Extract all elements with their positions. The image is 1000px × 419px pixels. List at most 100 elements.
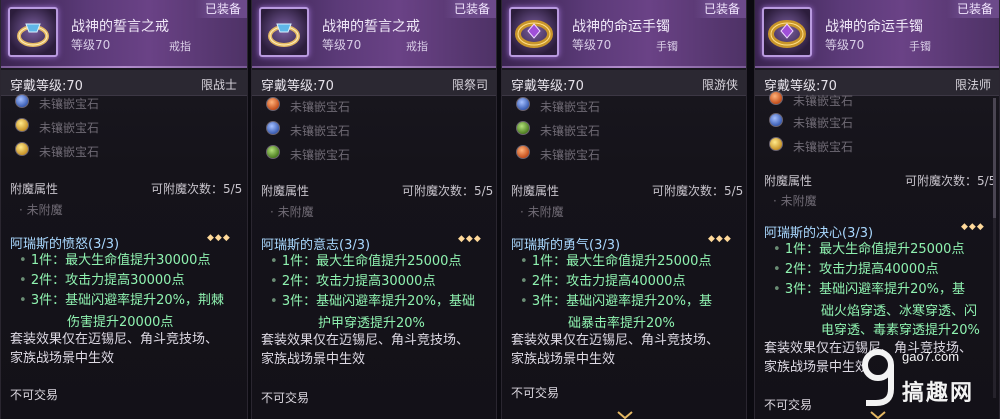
watermark-name: 搞趣网 <box>902 381 975 406</box>
class-restriction: 限法师 <box>955 78 992 92</box>
set-bonus-continuation: 伤害提升20000点 <box>67 315 174 330</box>
wear-level: 穿戴等级:70 <box>10 79 83 94</box>
requirement-bar: 穿戴等级:70 限战士 <box>1 70 247 96</box>
gem-socket-icon <box>516 121 530 135</box>
enchant-title: 附魔属性 <box>10 182 59 196</box>
tooltip-board: 战神的誓言之戒 等级70 戒指 已装备 穿戴等级:70 限战士 未镶嵌宝石 未镶… <box>0 0 1000 419</box>
set-title: 阿瑞斯的意志(3/3) <box>261 238 371 253</box>
gem-socket-icon <box>266 97 280 111</box>
item-name: 战神的命运手镯 <box>572 19 670 35</box>
trade-status: 不可交易 <box>261 391 310 405</box>
item-header: 战神的命运手镯 等级70 手镯 已装备 <box>755 0 999 68</box>
equipped-badge: 已装备 <box>443 0 496 18</box>
set-bonus-line: • 3件：基础闪避率提升20%，荆棘 <box>19 293 224 308</box>
item-level: 等级70 <box>71 38 111 52</box>
gem-socket-icon <box>769 137 783 151</box>
enchant-status: · 未附魔 <box>520 205 564 219</box>
equipped-badge: 已装备 <box>194 0 247 18</box>
item-name: 战神的命运手镯 <box>825 19 923 35</box>
enchant-title: 附魔属性 <box>261 184 310 198</box>
set-note: 套装效果仅在迈锡尼、角斗竞技场、 <box>511 333 720 348</box>
set-note: 家族战场景中生效 <box>10 351 115 366</box>
bracelet-icon[interactable] <box>762 7 812 57</box>
gem-socket-text: 未镶嵌宝石 <box>793 116 854 130</box>
site-watermark: gao7.com 搞趣网 <box>854 339 994 417</box>
set-title: 阿瑞斯的决心(3/3) <box>764 226 874 241</box>
watermark-logo-icon <box>862 349 894 406</box>
gem-socket-text: 未镶嵌宝石 <box>290 100 351 114</box>
ring-icon[interactable] <box>8 7 58 57</box>
set-bonus-continuation: 护甲穿透提升20% <box>318 316 425 331</box>
wear-level: 穿戴等级:70 <box>511 79 584 94</box>
scrollbar-thumb[interactable] <box>993 98 996 218</box>
set-bonus-line: • 3件：基础闪避率提升20%，基 <box>520 294 712 309</box>
set-bonus-line: • 1件：最大生命值提升25000点 <box>773 242 965 257</box>
gem-socket-icon <box>266 145 280 159</box>
set-bonus-continuation: 础火焰穿透、冰寒穿透、闪 <box>821 304 978 319</box>
set-title: 阿瑞斯的勇气(3/3) <box>511 238 621 253</box>
set-bonus-line: • 2件：攻击力提高40000点 <box>520 274 686 289</box>
set-bonus-line: • 1件：最大生命值提升30000点 <box>19 253 211 268</box>
gem-socket-text: 未镶嵌宝石 <box>290 124 351 138</box>
requirement-bar: 穿戴等级:70 限法师 <box>755 70 999 96</box>
requirement-bar: 穿戴等级:70 限游侠 <box>502 70 746 96</box>
item-header: 战神的誓言之戒 等级70 戒指 已装备 <box>252 0 496 68</box>
set-bonus-line: • 1件：最大生命值提升25000点 <box>270 254 462 269</box>
class-restriction: 限游侠 <box>702 78 739 92</box>
set-note: 套装效果仅在迈锡尼、角斗竞技场、 <box>10 332 219 347</box>
item-level: 等级70 <box>825 38 865 52</box>
enchant-count: 可附魔次数：5/5 <box>652 184 744 198</box>
wear-level: 穿戴等级:70 <box>261 79 334 94</box>
equipped-badge: 已装备 <box>693 0 746 18</box>
enchant-title: 附魔属性 <box>511 184 560 198</box>
enchant-count: 可附魔次数：5/5 <box>402 184 494 198</box>
set-bonus-line: • 3件：基础闪避率提升20%，基 <box>773 282 965 297</box>
class-restriction: 限祭司 <box>452 78 489 92</box>
gem-socket-icon <box>516 145 530 159</box>
set-bonus-line: • 1件：最大生命值提升25000点 <box>520 254 712 269</box>
equipped-badge: 已装备 <box>946 0 999 18</box>
set-marks: ◆◆◆ <box>207 233 231 243</box>
chevron-down-icon[interactable] <box>616 405 634 419</box>
enchant-status: · 未附魔 <box>270 205 314 219</box>
item-tooltip-card: 战神的誓言之戒 等级70 戒指 已装备 穿戴等级:70 限战士 未镶嵌宝石 未镶… <box>0 0 248 419</box>
set-bonus-line: • 3件：基础闪避率提升20%，基础 <box>270 294 475 309</box>
item-tooltip-card: 战神的誓言之戒 等级70 戒指 已装备 穿戴等级:70 限祭司 未镶嵌宝石 未镶… <box>251 0 497 419</box>
enchant-status: · 未附魔 <box>19 203 63 217</box>
item-header: 战神的命运手镯 等级70 手镯 已装备 <box>502 0 746 68</box>
item-tooltip-card: 战神的命运手镯 等级70 手镯 已装备 穿戴等级:70 限游侠 未镶嵌宝石 未镶… <box>501 0 747 419</box>
item-slot: 戒指 <box>406 40 428 53</box>
gem-socket-icon <box>15 94 29 108</box>
set-bonus-line: • 2件：攻击力提高40000点 <box>773 262 939 277</box>
class-restriction: 限战士 <box>201 78 238 92</box>
trade-status: 不可交易 <box>511 386 560 400</box>
set-marks: ◆◆◆ <box>961 222 985 232</box>
set-note: 套装效果仅在迈锡尼、角斗竞技场、 <box>261 333 470 348</box>
set-marks: ◆◆◆ <box>458 234 482 244</box>
set-bonus-line: • 2件：攻击力提高30000点 <box>19 273 185 288</box>
bracelet-icon[interactable] <box>509 7 559 57</box>
enchant-count: 可附魔次数：5/5 <box>151 182 243 196</box>
item-level: 等级70 <box>572 38 612 52</box>
gem-socket-icon <box>769 113 783 127</box>
watermark-url: gao7.com <box>902 349 960 364</box>
ring-icon[interactable] <box>259 7 309 57</box>
set-note: 家族战场景中生效 <box>764 360 869 375</box>
item-slot: 手镯 <box>656 40 678 53</box>
item-slot: 戒指 <box>169 40 191 53</box>
gem-socket-text: 未镶嵌宝石 <box>793 140 854 154</box>
gem-socket-icon <box>15 118 29 132</box>
gem-socket-icon <box>516 97 530 111</box>
set-note: 家族战场景中生效 <box>511 352 616 367</box>
gem-socket-text: 未镶嵌宝石 <box>39 97 100 111</box>
set-note: 家族战场景中生效 <box>261 352 366 367</box>
set-marks: ◆◆◆ <box>708 234 732 244</box>
item-name: 战神的誓言之戒 <box>322 19 420 35</box>
gem-socket-text: 未镶嵌宝石 <box>793 94 854 108</box>
enchant-count: 可附魔次数：5/5 <box>905 174 997 188</box>
item-header: 战神的誓言之戒 等级70 戒指 已装备 <box>1 0 247 68</box>
set-bonus-continuation: 电穿透、毒素穿透提升20% <box>821 323 980 338</box>
gem-socket-icon <box>15 142 29 156</box>
trade-status: 不可交易 <box>10 388 59 402</box>
item-name: 战神的誓言之戒 <box>71 19 169 35</box>
